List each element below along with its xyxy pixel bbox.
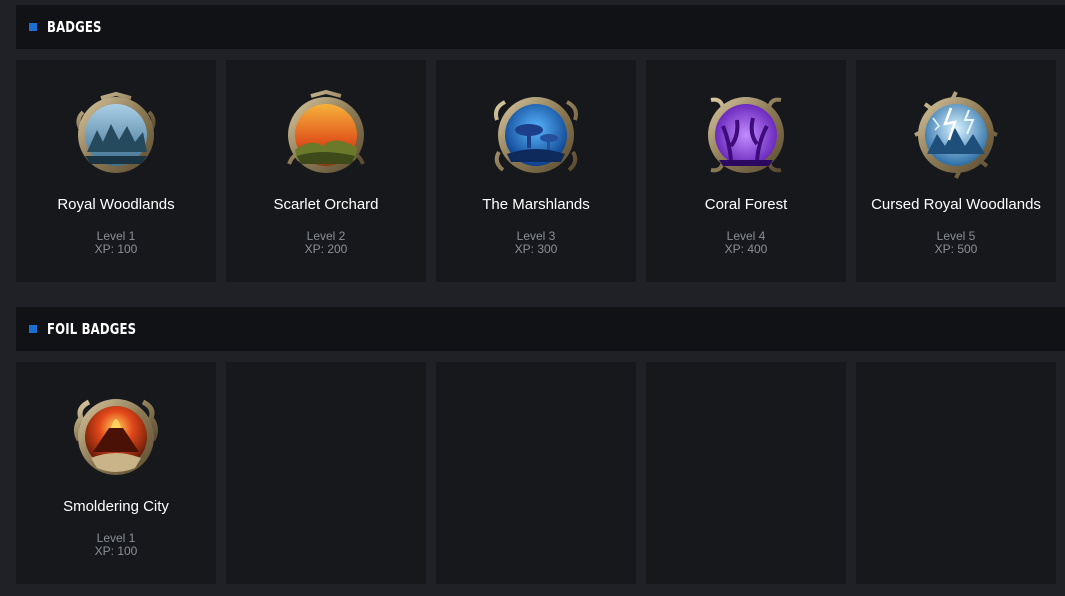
badge-level: Level 1 xyxy=(96,229,136,243)
badge-xp: XP: 100 xyxy=(94,242,138,256)
badge-card[interactable]: Cursed Royal Woodlands Level 5 XP: 500 xyxy=(856,60,1056,282)
badge-level: Level 1 xyxy=(96,531,136,545)
badge-xp: XP: 100 xyxy=(94,544,138,558)
badge-name: Smoldering City xyxy=(63,498,169,515)
section-marker-icon xyxy=(29,23,37,31)
lightning-forest-badge-icon xyxy=(914,91,998,179)
sunset-hills-badge-icon xyxy=(287,90,365,173)
badges-section-header: BADGES xyxy=(16,5,1065,49)
empty-badge-slot xyxy=(436,362,636,584)
badge-card[interactable]: Scarlet Orchard Level 2 XP: 200 xyxy=(226,60,426,282)
badge-level: Level 2 xyxy=(306,229,346,243)
badge-level: Level 3 xyxy=(516,229,556,243)
badge-xp: XP: 300 xyxy=(514,242,558,256)
foil-badges-grid: Smoldering City Level 1 XP: 100 xyxy=(16,362,1056,584)
badge-xp: XP: 400 xyxy=(724,242,768,256)
badge-level: Level 4 xyxy=(726,229,766,243)
badge-name: Royal Woodlands xyxy=(57,196,175,213)
badge-card[interactable]: The Marshlands Level 3 XP: 300 xyxy=(436,60,636,282)
empty-badge-slot xyxy=(226,362,426,584)
badge-xp: XP: 200 xyxy=(304,242,348,256)
section-title: BADGES xyxy=(47,18,102,36)
badge-xp: XP: 500 xyxy=(934,242,978,256)
purple-coral-badge-icon xyxy=(708,97,784,173)
volcano-badge-icon xyxy=(73,399,159,475)
empty-badge-slot xyxy=(856,362,1056,584)
badge-card[interactable]: Smoldering City Level 1 XP: 100 xyxy=(16,362,216,584)
foil-badges-section-header: FOIL BADGES xyxy=(16,307,1065,351)
pine-forest-badge-icon xyxy=(76,91,156,173)
section-marker-icon xyxy=(29,325,37,333)
badge-name: Cursed Royal Woodlands xyxy=(871,196,1041,213)
section-title: FOIL BADGES xyxy=(47,320,137,338)
badges-grid: Royal Woodlands Level 1 XP: 100 Scarlet … xyxy=(16,60,1056,282)
badge-card[interactable]: Royal Woodlands Level 1 XP: 100 xyxy=(16,60,216,282)
empty-badge-slot xyxy=(646,362,846,584)
badge-name: Scarlet Orchard xyxy=(273,196,379,213)
badge-level: Level 5 xyxy=(936,229,976,243)
badge-card[interactable]: Coral Forest Level 4 XP: 400 xyxy=(646,60,846,282)
mushroom-swamp-badge-icon xyxy=(494,97,578,173)
badge-name: Coral Forest xyxy=(704,196,788,213)
badge-name: The Marshlands xyxy=(482,196,590,213)
